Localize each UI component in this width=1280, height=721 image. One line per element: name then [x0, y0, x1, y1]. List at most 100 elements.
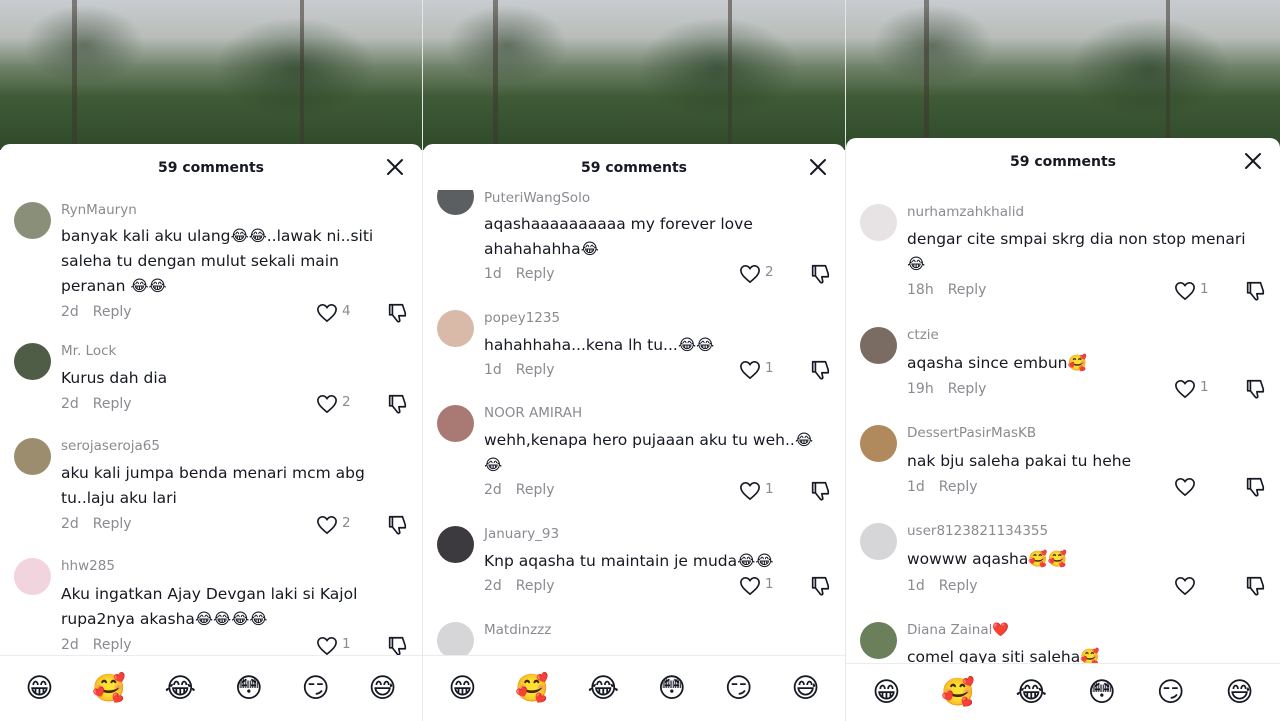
- reply-button[interactable]: Reply: [93, 637, 132, 653]
- dislike-button[interactable]: [809, 359, 831, 381]
- avatar[interactable]: [860, 523, 897, 560]
- avatar[interactable]: [14, 558, 51, 595]
- reply-button[interactable]: Reply: [948, 381, 987, 397]
- avatar[interactable]: [14, 438, 51, 475]
- comments-panel-2: 59 comments PuteriWangSolo aqashaaaaaaaa…: [423, 0, 845, 721]
- comment-list[interactable]: RynMauryn banyak kali aku ulang😂😂..lawak…: [0, 190, 422, 655]
- dislike-button[interactable]: [386, 302, 408, 324]
- comments-count-title: 59 comments: [1010, 154, 1116, 170]
- comment-username[interactable]: Mr. Lock: [61, 343, 116, 359]
- like-button[interactable]: 1: [739, 575, 775, 597]
- like-button[interactable]: 2: [739, 263, 775, 285]
- like-button[interactable]: 1: [316, 635, 352, 655]
- comment-username[interactable]: Matdinzzz: [484, 622, 551, 638]
- close-icon[interactable]: [386, 158, 404, 176]
- avatar[interactable]: [437, 622, 474, 655]
- dislike-button[interactable]: [1244, 575, 1266, 597]
- comment-list[interactable]: nurhamzahkhalid dengar cite smpai skrg d…: [846, 196, 1280, 663]
- like-button[interactable]: 2: [316, 514, 352, 536]
- comment-username[interactable]: RynMauryn: [61, 202, 137, 218]
- like-button[interactable]: 2: [316, 393, 352, 415]
- comment-username[interactable]: DessertPasirMasKB: [907, 425, 1036, 441]
- hearts-emoji-button[interactable]: 🥰: [92, 673, 126, 704]
- reply-button[interactable]: Reply: [93, 396, 132, 412]
- avatar[interactable]: [437, 405, 474, 442]
- grin-emoji-button[interactable]: 😁: [872, 677, 900, 708]
- close-icon[interactable]: [809, 158, 827, 176]
- avatar[interactable]: [860, 327, 897, 364]
- avatar[interactable]: [860, 204, 897, 241]
- reply-button[interactable]: Reply: [516, 482, 555, 498]
- avatar[interactable]: [14, 202, 51, 239]
- heart-icon: [1175, 477, 1195, 497]
- hearts-emoji-button[interactable]: 🥰: [515, 673, 549, 704]
- reply-button[interactable]: Reply: [939, 578, 978, 594]
- avatar[interactable]: [437, 310, 474, 347]
- sweat-smile-emoji-button[interactable]: 😅: [791, 673, 819, 704]
- reply-button[interactable]: Reply: [939, 479, 978, 495]
- grin-emoji-button[interactable]: 😁: [25, 673, 53, 704]
- avatar[interactable]: [14, 343, 51, 380]
- comment-username[interactable]: January_93: [484, 526, 559, 542]
- dislike-button[interactable]: [809, 575, 831, 597]
- dislike-button[interactable]: [809, 263, 831, 285]
- dislike-button[interactable]: [1244, 378, 1266, 400]
- comment-meta: 18h Reply: [907, 282, 986, 298]
- dislike-button[interactable]: [386, 393, 408, 415]
- like-button[interactable]: 1: [739, 480, 775, 502]
- laugh-emoji-button[interactable]: 😂: [165, 673, 197, 704]
- comment-time: 1d: [484, 362, 502, 378]
- heart-icon: [317, 515, 337, 535]
- quick-emoji-bar: 😁 🥰 😂 😳 😏 😅: [846, 663, 1280, 721]
- comment-username[interactable]: hhw285: [61, 558, 115, 574]
- flushed-emoji-button[interactable]: 😳: [235, 673, 263, 704]
- flushed-emoji-button[interactable]: 😳: [1088, 677, 1116, 708]
- comment-username[interactable]: nurhamzahkhalid: [907, 204, 1024, 220]
- dislike-button[interactable]: [386, 635, 408, 655]
- flushed-emoji-button[interactable]: 😳: [658, 673, 686, 704]
- like-button[interactable]: 1: [1174, 378, 1210, 400]
- laugh-emoji-button[interactable]: 😂: [1016, 677, 1048, 708]
- avatar[interactable]: [437, 190, 474, 215]
- like-button[interactable]: 1: [739, 359, 775, 381]
- dislike-button[interactable]: [1244, 476, 1266, 498]
- sweat-smile-emoji-button[interactable]: 😅: [1225, 677, 1253, 708]
- comment-username[interactable]: user8123821134355: [907, 523, 1048, 539]
- comment-username[interactable]: PuteriWangSolo: [484, 190, 590, 206]
- grin-emoji-button[interactable]: 😁: [448, 673, 476, 704]
- sweat-smile-emoji-button[interactable]: 😅: [368, 673, 396, 704]
- smirk-emoji-button[interactable]: 😏: [1157, 677, 1185, 708]
- screenshot-collage: 59 comments RynMauryn banyak kali aku ul…: [0, 0, 1280, 721]
- smirk-emoji-button[interactable]: 😏: [725, 673, 753, 704]
- like-button[interactable]: 1: [1174, 280, 1210, 302]
- avatar[interactable]: [860, 622, 897, 659]
- close-icon[interactable]: [1244, 152, 1262, 170]
- reply-button[interactable]: Reply: [516, 362, 555, 378]
- comment-list[interactable]: PuteriWangSolo aqashaaaaaaaaaa my foreve…: [423, 190, 845, 655]
- comment-username[interactable]: Diana Zainal❤️: [907, 622, 1009, 638]
- comment-username[interactable]: popey1235: [484, 310, 560, 326]
- reply-button[interactable]: Reply: [516, 578, 555, 594]
- avatar[interactable]: [437, 526, 474, 563]
- comment-username[interactable]: ctzie: [907, 327, 939, 343]
- comment-username[interactable]: NOOR AMIRAH: [484, 405, 582, 421]
- comment-username[interactable]: serojaseroja65: [61, 438, 160, 454]
- avatar[interactable]: [860, 425, 897, 462]
- like-button[interactable]: [1174, 476, 1210, 498]
- thumbs-down-icon: [811, 360, 830, 380]
- dislike-button[interactable]: [1244, 280, 1266, 302]
- hearts-emoji-button[interactable]: 🥰: [941, 677, 975, 708]
- smirk-emoji-button[interactable]: 😏: [302, 673, 330, 704]
- dislike-button[interactable]: [809, 480, 831, 502]
- like-button[interactable]: [1174, 575, 1210, 597]
- dislike-button[interactable]: [386, 514, 408, 536]
- laugh-emoji-button[interactable]: 😂: [588, 673, 620, 704]
- reply-button[interactable]: Reply: [516, 266, 555, 282]
- comment-time: 2d: [61, 516, 79, 532]
- comment-meta: 1d Reply: [907, 578, 978, 594]
- like-button[interactable]: 4: [316, 302, 352, 324]
- reply-button[interactable]: Reply: [948, 282, 987, 298]
- reply-button[interactable]: Reply: [93, 304, 132, 320]
- reply-button[interactable]: Reply: [93, 516, 132, 532]
- quick-emoji-bar: 😁 🥰 😂 😳 😏 😅: [423, 655, 845, 721]
